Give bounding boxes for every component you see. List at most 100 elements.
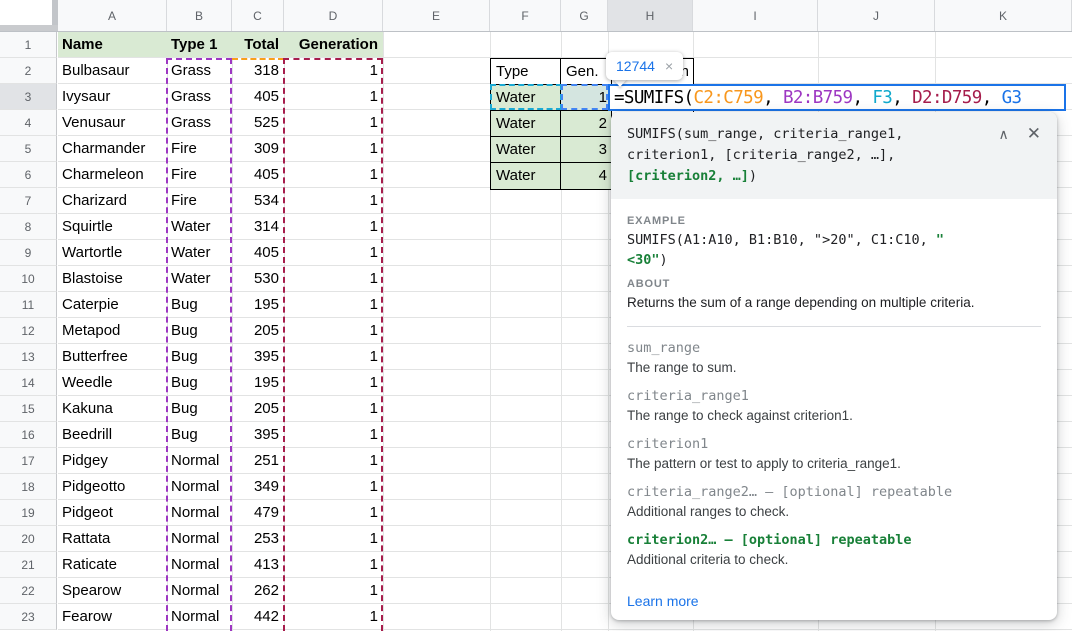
cell[interactable]: Water [167, 266, 232, 292]
cell[interactable]: 195 [232, 370, 284, 396]
row-header-10[interactable]: 10 [0, 266, 57, 292]
cell[interactable]: 534 [232, 188, 284, 214]
cell[interactable]: Fire [167, 162, 232, 188]
learn-more-link[interactable]: Learn more [627, 593, 699, 609]
cell[interactable]: Fire [167, 188, 232, 214]
cell[interactable]: Normal [167, 526, 232, 552]
cell[interactable]: 1 [284, 188, 383, 214]
criteria-gen-cell[interactable]: 3 [561, 137, 612, 163]
row-header-8[interactable]: 8 [0, 214, 57, 240]
cell[interactable]: 1 [284, 370, 383, 396]
cell[interactable]: 395 [232, 422, 284, 448]
cell[interactable]: 1 [284, 448, 383, 474]
cell[interactable]: Grass [167, 110, 232, 136]
column-header-i[interactable]: I [693, 0, 818, 31]
cell[interactable]: Normal [167, 474, 232, 500]
cell[interactable]: Normal [167, 552, 232, 578]
row-header-4[interactable]: 4 [0, 110, 57, 136]
cell[interactable]: 442 [232, 604, 284, 630]
cell[interactable]: Butterfree [58, 344, 167, 370]
criteria-type-cell[interactable]: Water [491, 111, 561, 137]
cell[interactable]: 349 [232, 474, 284, 500]
cell[interactable]: 395 [232, 344, 284, 370]
cell[interactable]: Beedrill [58, 422, 167, 448]
row-header-5[interactable]: 5 [0, 136, 57, 162]
cell[interactable]: 1 [284, 136, 383, 162]
row-header-12[interactable]: 12 [0, 318, 57, 344]
cell[interactable]: 251 [232, 448, 284, 474]
cell[interactable]: 405 [232, 240, 284, 266]
cell[interactable]: Metapod [58, 318, 167, 344]
cell[interactable]: 1 [284, 500, 383, 526]
criteria-header-cell[interactable]: Gen. [561, 59, 612, 85]
cell[interactable]: 1 [284, 552, 383, 578]
cell[interactable]: 1 [284, 292, 383, 318]
cell[interactable]: Charizard [58, 188, 167, 214]
cell[interactable]: Bug [167, 370, 232, 396]
cell[interactable]: Ivysaur [58, 84, 167, 110]
cell[interactable]: Normal [167, 500, 232, 526]
cell[interactable]: 1 [284, 240, 383, 266]
cell[interactable]: Grass [167, 84, 232, 110]
cell[interactable]: Fire [167, 136, 232, 162]
cell[interactable]: Charmeleon [58, 162, 167, 188]
row-header-15[interactable]: 15 [0, 396, 57, 422]
row-header-3[interactable]: 3 [0, 84, 57, 110]
cell[interactable]: Pidgeot [58, 500, 167, 526]
cell[interactable]: Spearow [58, 578, 167, 604]
cell[interactable]: Charmander [58, 136, 167, 162]
cell[interactable]: 1 [284, 58, 383, 84]
row-header-11[interactable]: 11 [0, 292, 57, 318]
cell[interactable]: 405 [232, 162, 284, 188]
column-header-b[interactable]: B [167, 0, 232, 31]
cell[interactable]: Bug [167, 292, 232, 318]
cell[interactable]: Type 1 [167, 32, 232, 57]
cell[interactable]: Bug [167, 344, 232, 370]
cell[interactable]: 262 [232, 578, 284, 604]
column-header-h[interactable]: H [608, 0, 693, 31]
cell[interactable]: 1 [284, 422, 383, 448]
cell[interactable]: Fearow [58, 604, 167, 630]
criteria-type-cell[interactable]: Water [491, 163, 561, 189]
cell[interactable]: Raticate [58, 552, 167, 578]
cell[interactable]: 1 [284, 214, 383, 240]
cell[interactable]: 1 [284, 396, 383, 422]
row-header-14[interactable]: 14 [0, 370, 57, 396]
cell[interactable]: Generation [284, 32, 383, 57]
row-header-20[interactable]: 20 [0, 526, 57, 552]
cell[interactable]: 1 [284, 84, 383, 110]
cell[interactable]: Grass [167, 58, 232, 84]
cell[interactable]: Blastoise [58, 266, 167, 292]
cell[interactable]: 413 [232, 552, 284, 578]
row-header-16[interactable]: 16 [0, 422, 57, 448]
criteria-header-cell[interactable]: Type [491, 59, 561, 85]
cell[interactable]: 253 [232, 526, 284, 552]
row-header-1[interactable]: 1 [0, 32, 57, 58]
column-header-a[interactable]: A [58, 0, 167, 31]
cell[interactable]: Bug [167, 422, 232, 448]
cell[interactable]: Caterpie [58, 292, 167, 318]
formula-cell-editor[interactable]: =SUMIFS(C2:C759, B2:B759, F3, D2:D759, G… [608, 84, 1066, 111]
cell[interactable]: 405 [232, 84, 284, 110]
row-header-2[interactable]: 2 [0, 58, 57, 84]
cell[interactable]: 479 [232, 500, 284, 526]
cell[interactable]: Total [232, 32, 284, 57]
cell[interactable]: 318 [232, 58, 284, 84]
cell[interactable]: 1 [284, 344, 383, 370]
cell[interactable]: Normal [167, 604, 232, 630]
select-all-corner[interactable] [0, 0, 58, 31]
cell[interactable]: 1 [284, 162, 383, 188]
close-icon[interactable]: ✕ [1027, 124, 1041, 144]
cell[interactable]: Bulbasaur [58, 58, 167, 84]
cell[interactable]: 314 [232, 214, 284, 240]
cell[interactable]: 309 [232, 136, 284, 162]
cell[interactable]: Kakuna [58, 396, 167, 422]
cell[interactable]: 525 [232, 110, 284, 136]
cell[interactable]: Name [58, 32, 167, 57]
collapse-chevron-icon[interactable]: ∧ [999, 124, 1009, 144]
column-header-c[interactable]: C [232, 0, 284, 31]
cell[interactable]: 530 [232, 266, 284, 292]
row-header-21[interactable]: 21 [0, 552, 57, 578]
cell[interactable]: Bug [167, 318, 232, 344]
row-header-18[interactable]: 18 [0, 474, 57, 500]
